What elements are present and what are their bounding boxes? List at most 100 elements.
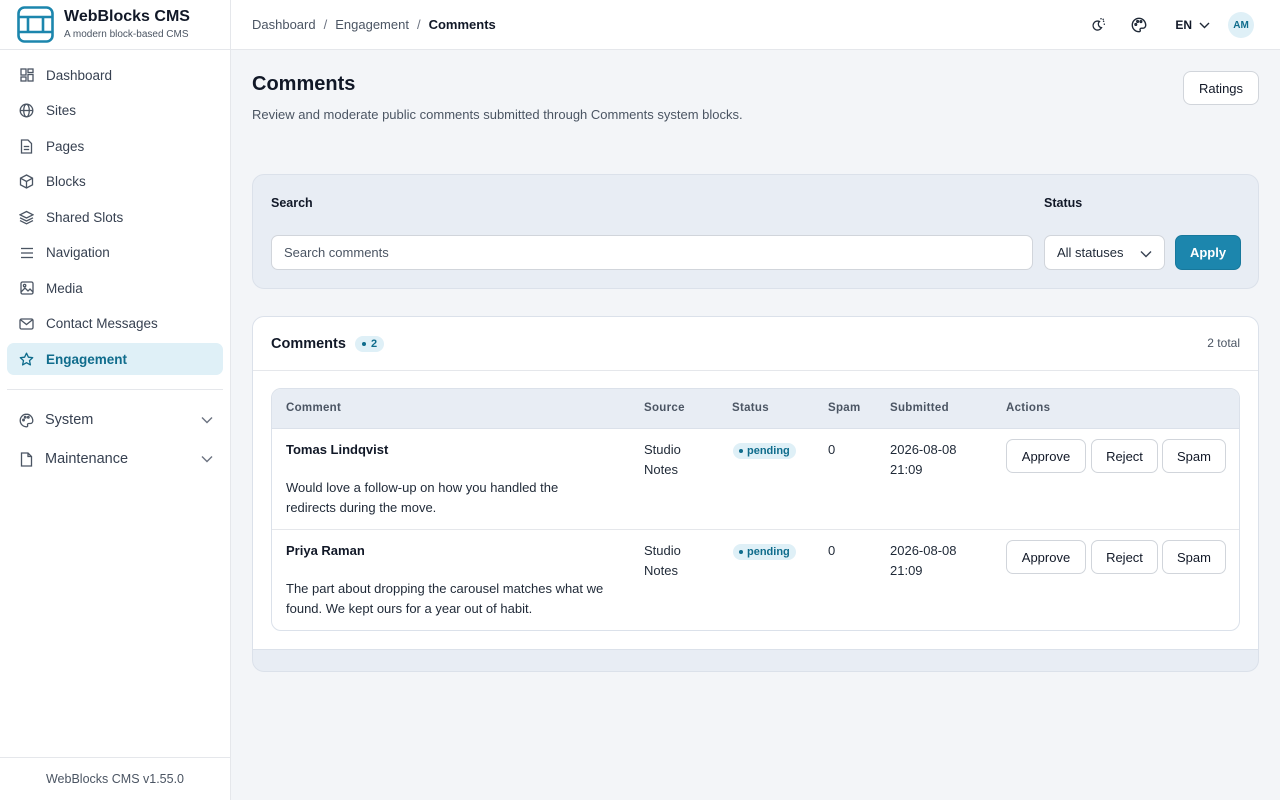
breadcrumb-current: Comments [428, 17, 496, 32]
column-header-submitted: Submitted [890, 402, 949, 414]
globe-icon [19, 103, 34, 118]
sidebar-item-label: Contact Messages [46, 316, 158, 331]
apply-button[interactable]: Apply [1175, 235, 1241, 270]
status-select[interactable]: All statuses [1044, 235, 1165, 270]
sidebar-item-label: Pages [46, 138, 85, 154]
comment-spam-count: 0 [828, 442, 836, 457]
page-title: Comments [252, 73, 356, 95]
table-header: Comment Source Status Spam Submitted Act… [272, 389, 1239, 429]
avatar[interactable]: AM [1228, 12, 1254, 38]
sidebar-item-label: Shared Slots [46, 209, 124, 225]
chevron-down-icon [201, 412, 213, 428]
chevron-down-icon [201, 451, 213, 467]
cube-icon [19, 174, 34, 189]
reject-button[interactable]: Reject [1091, 439, 1158, 473]
ratings-button[interactable]: Ratings [1183, 71, 1259, 105]
comment-author: Tomas Lindqvist [286, 442, 389, 457]
sidebar-item-label: Blocks [46, 174, 86, 189]
sidebar-item-navigation[interactable]: Navigation [7, 237, 223, 269]
sidebar-item-label: Dashboard [46, 67, 113, 83]
breadcrumb-engagement[interactable]: Engagement [335, 17, 409, 32]
sidebar-item-media[interactable]: Media [7, 272, 223, 304]
sidebar-group-label: Maintenance [45, 451, 129, 467]
brand-name: WebBlocks CMS [64, 8, 190, 25]
badge-dot [361, 341, 366, 346]
chevron-down-icon [1199, 22, 1210, 29]
breadcrumb-dashboard[interactable]: Dashboard [252, 17, 316, 32]
comments-total: 2 total [1207, 336, 1240, 350]
spam-button[interactable]: Spam [1162, 540, 1226, 574]
status-badge: pending [733, 443, 796, 459]
approve-button[interactable]: Approve [1006, 439, 1086, 473]
comment-body-line: Would love a follow-up on how you handle… [286, 480, 559, 495]
comments-title: Comments [271, 335, 346, 352]
approve-button[interactable]: Approve [1006, 540, 1086, 574]
comment-body-line: redirects during the move. [286, 500, 437, 515]
comment-body-line: The part about dropping the carousel mat… [286, 581, 604, 596]
comment-spam-count: 0 [828, 543, 836, 558]
table-row: Tomas Lindqvist Would love a follow-up o… [272, 429, 1239, 530]
palette-icon [18, 412, 34, 428]
column-header-actions: Actions [1006, 402, 1051, 414]
sidebar-group-system[interactable]: System [7, 404, 223, 436]
chevron-down-icon [1140, 246, 1152, 261]
sidebar-item-blocks[interactable]: Blocks [7, 166, 223, 198]
palette-icon [1131, 17, 1147, 33]
comment-source-line: Studio [644, 442, 681, 457]
palette-button[interactable] [1126, 12, 1152, 38]
sidebar-item-sites[interactable]: Sites [7, 95, 223, 127]
table-row: Priya Raman The part about dropping the … [272, 530, 1239, 630]
breadcrumb: Dashboard / Engagement / Comments [252, 17, 496, 32]
spam-button[interactable]: Spam [1162, 439, 1226, 473]
status-badge-label: pending [747, 546, 790, 558]
column-header-comment: Comment [286, 402, 342, 414]
dashboard-icon [19, 68, 34, 83]
mail-icon [19, 316, 34, 331]
comments-table: Comment Source Status Spam Submitted Act… [271, 388, 1240, 631]
status-dot [739, 550, 743, 554]
count-badge: 2 [354, 335, 385, 352]
sidebar-group-maintenance[interactable]: Maintenance [7, 443, 223, 475]
status-dot [739, 449, 743, 453]
sidebar-item-label: Engagement [46, 351, 128, 367]
topbar: Dashboard / Engagement / Comments EN AM [231, 0, 1280, 50]
column-header-source: Source [644, 402, 685, 414]
sidebar-item-engagement[interactable]: Engagement [7, 343, 223, 375]
filter-panel: Search Status All statuses Apply [252, 174, 1259, 289]
page-subtitle: Review and moderate public comments subm… [252, 107, 743, 122]
comment-body-line: found. We kept ours for a year out of ha… [286, 601, 533, 616]
sidebar-item-pages[interactable]: Pages [7, 130, 223, 162]
comment-source-line: Studio [644, 543, 681, 558]
search-label: Search [271, 196, 313, 210]
language-label: EN [1175, 18, 1192, 32]
breadcrumb-separator: / [323, 17, 328, 32]
search-input[interactable] [271, 235, 1033, 270]
star-icon [19, 352, 34, 367]
file-icon [18, 451, 34, 467]
theme-toggle-button[interactable] [1085, 12, 1111, 38]
layers-icon [19, 210, 34, 225]
brand-tagline: A modern block-based CMS [64, 29, 189, 40]
theme-icon [1092, 18, 1106, 31]
reject-button[interactable]: Reject [1091, 540, 1158, 574]
column-header-spam: Spam [828, 402, 861, 414]
comment-author: Priya Raman [286, 543, 365, 558]
comment-source-line: Notes [644, 563, 678, 578]
sidebar-item-shared-slots[interactable]: Shared Slots [7, 201, 223, 233]
comment-time: 21:09 [890, 563, 923, 578]
status-select-value: All statuses [1057, 245, 1124, 260]
sidebar-item-label: Navigation [46, 245, 110, 260]
brand[interactable]: WebBlocks CMS A modern block-based CMS [0, 0, 230, 50]
sidebar-group-label: System [45, 412, 94, 428]
sidebar-item-contact-messages[interactable]: Contact Messages [7, 308, 223, 340]
comments-panel: Comments 2 2 total Comment Source Status… [252, 316, 1259, 672]
logo-icon [17, 6, 54, 43]
sidebar-item-label: Sites [46, 103, 77, 118]
comment-source-line: Notes [644, 462, 678, 477]
breadcrumb-separator: / [416, 17, 421, 32]
column-header-status: Status [732, 402, 769, 414]
language-selector[interactable]: EN [1175, 18, 1210, 32]
sidebar-nav: Dashboard Sites Pages Blocks Shared Slot… [0, 50, 230, 475]
status-label: Status [1044, 196, 1083, 210]
sidebar-item-dashboard[interactable]: Dashboard [7, 59, 223, 91]
